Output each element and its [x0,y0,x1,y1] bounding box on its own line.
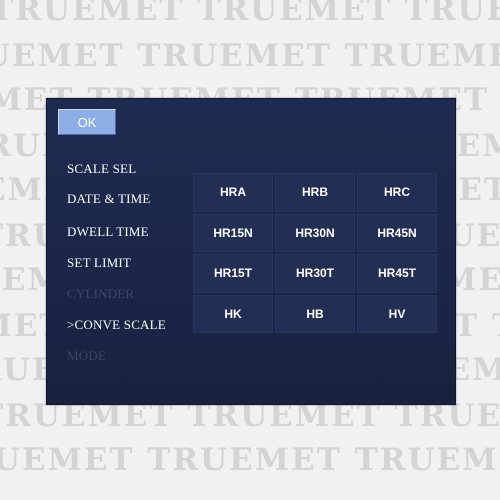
scale-button-hrc[interactable]: HRC [357,173,437,212]
scale-button-hr15n[interactable]: HR15N [193,213,273,252]
watermark-text: TRUEMET TRUEMET TRUEMET TRUEMET [0,442,500,478]
scale-button-hb[interactable]: HB [275,294,355,333]
scale-button-hr30t[interactable]: HR30T [275,254,355,293]
menu-item-set-limit[interactable]: SET LIMIT [67,255,131,271]
menu-item-dwell-time[interactable]: DWELL TIME [67,224,149,240]
watermark-text: TRUEMET TRUEMET TRUEMET [0,0,500,28]
scale-button-hr15t[interactable]: HR15T [193,254,273,293]
menu-item-mode: MODE [67,348,107,363]
menu-item-date-time[interactable]: DATE & TIME [67,191,151,207]
scale-button-hr45n[interactable]: HR45N [357,213,437,252]
scale-button-hr45t[interactable]: HR45T [357,254,437,293]
scale-button-hr30n[interactable]: HR30N [275,213,355,252]
menu-item-cylinder: CYLINDER [67,286,135,301]
scale-grid: HRA HRB HRC HR15N HR30N HR45N HR15T HR30… [193,173,437,333]
scale-button-hv[interactable]: HV [357,294,437,333]
hardness-tester-screen: OK SCALE SEL DATE & TIME DWELL TIME SET … [46,98,456,405]
watermark-text: TRUEMET TRUEMET TRUEMET [0,38,500,74]
scale-button-hrb[interactable]: HRB [275,173,355,212]
scale-button-hk[interactable]: HK [193,294,273,333]
ok-button[interactable]: OK [58,109,116,135]
scale-button-hra[interactable]: HRA [193,173,273,212]
menu-item-conve-scale[interactable]: >CONVE SCALE [67,317,166,333]
menu-item-scale-sel[interactable]: SCALE SEL [67,161,136,177]
